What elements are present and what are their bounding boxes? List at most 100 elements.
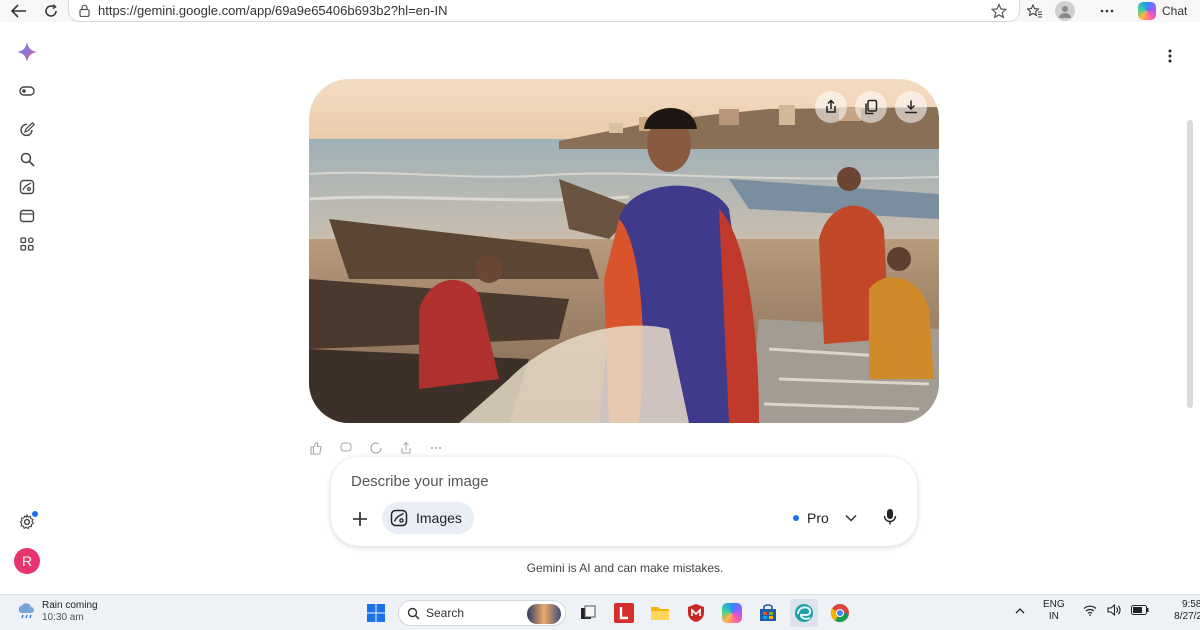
file-explorer-app[interactable] xyxy=(646,599,674,627)
store-bag-icon xyxy=(760,604,776,621)
generated-image[interactable] xyxy=(309,79,939,423)
browser-toolbar: https://gemini.google.com/app/69a9e65406… xyxy=(0,0,1200,22)
more-options-button[interactable] xyxy=(1160,44,1180,68)
gems-apps-icon[interactable] xyxy=(15,232,39,256)
images-tool-chip[interactable]: Images xyxy=(382,502,474,534)
chrome-browser-icon xyxy=(830,604,849,623)
shield-icon xyxy=(688,604,704,622)
task-view-icon xyxy=(581,605,596,619)
site-info-icon[interactable] xyxy=(79,4,90,17)
gemini-app: R Describe your image Images Pro Gemini … xyxy=(0,28,1200,593)
edge-browser-icon xyxy=(795,604,813,622)
chevron-down-icon xyxy=(845,514,857,522)
favorites-icon xyxy=(1027,3,1042,18)
weather-widget[interactable]: Rain coming 10:30 am xyxy=(16,600,98,624)
model-label: Pro xyxy=(807,510,829,526)
battery-icon[interactable] xyxy=(1130,604,1149,618)
address-bar[interactable]: https://gemini.google.com/app/69a9e65406… xyxy=(68,0,1020,22)
copy-image-button[interactable] xyxy=(855,91,887,123)
show-hidden-icons-chevron-icon[interactable] xyxy=(1015,606,1025,617)
copilot-chat-button[interactable]: Chat xyxy=(1130,0,1195,22)
thumbs-down-icon[interactable] xyxy=(338,440,354,456)
favorites-button[interactable] xyxy=(1020,0,1050,22)
taskbar-search[interactable]: Search xyxy=(398,600,566,626)
start-button[interactable] xyxy=(362,599,390,627)
response-actions xyxy=(308,440,444,456)
more-vertical-icon xyxy=(1168,49,1172,63)
copilot-app[interactable] xyxy=(718,599,746,627)
more-response-icon[interactable] xyxy=(428,440,444,456)
browser-toolbar-right: Chat xyxy=(1020,0,1195,22)
microphone-button[interactable] xyxy=(879,506,901,528)
share-image-button[interactable] xyxy=(815,91,847,123)
lang-code: ENG xyxy=(1043,599,1065,610)
folder-icon xyxy=(651,607,669,620)
system-clock[interactable]: 9:58 AM 8/27/2026 xyxy=(1159,599,1200,623)
task-view-button[interactable] xyxy=(574,599,602,627)
copilot-icon xyxy=(1138,2,1156,20)
regenerate-icon[interactable] xyxy=(368,440,384,456)
taskbar-search-icon xyxy=(407,607,420,620)
copy-icon xyxy=(865,99,878,115)
thumbs-up-icon[interactable] xyxy=(308,440,324,456)
profile-button[interactable] xyxy=(1050,0,1080,22)
microphone-icon xyxy=(883,509,897,525)
chat-label: Chat xyxy=(1162,4,1188,18)
plus-icon xyxy=(353,512,367,526)
mcafee-app[interactable] xyxy=(682,599,710,627)
clock-date: 8/27/2026 xyxy=(1174,611,1200,622)
favorite-star-icon[interactable] xyxy=(991,3,1007,19)
ai-disclaimer: Gemini is AI and can make mistakes. xyxy=(526,561,724,575)
gemini-logo-icon[interactable] xyxy=(15,40,39,64)
lang-region: IN xyxy=(1048,611,1059,622)
back-arrow-icon xyxy=(11,4,26,18)
input-language-indicator[interactable]: ENG IN xyxy=(1043,599,1065,623)
more-horizontal-icon xyxy=(1100,9,1114,13)
new-chat-icon[interactable] xyxy=(15,118,39,142)
store-app[interactable] xyxy=(754,599,782,627)
lastpass-app[interactable] xyxy=(610,599,638,627)
copilot-taskbar-icon xyxy=(722,603,742,623)
more-menu-button[interactable] xyxy=(1092,0,1122,22)
system-tray: ENG IN 9:58 AM 8/27/2026 xyxy=(1015,599,1200,623)
prompt-input[interactable] xyxy=(351,473,751,490)
windows-taskbar: Rain coming 10:30 am Search ENG IN 9:58 … xyxy=(0,594,1200,630)
search-icon[interactable] xyxy=(15,147,39,171)
wifi-icon[interactable] xyxy=(1083,604,1097,619)
page-scrollbar[interactable] xyxy=(1187,120,1193,408)
share-icon xyxy=(826,99,836,113)
url-text: https://gemini.google.com/app/69a9e65406… xyxy=(98,3,448,18)
settings-notification-dot xyxy=(32,511,38,517)
model-status-dot xyxy=(793,515,799,521)
image-actions xyxy=(815,91,927,123)
images-gallery-icon[interactable] xyxy=(15,175,39,199)
download-image-button[interactable] xyxy=(895,91,927,123)
reload-icon xyxy=(45,4,57,17)
toggle-sidebar-icon[interactable] xyxy=(15,79,39,103)
taskbar-apps: Search xyxy=(362,599,854,627)
fishing-village-image xyxy=(309,79,939,423)
weather-title: Rain coming xyxy=(42,600,98,611)
rain-cloud-icon xyxy=(18,603,34,619)
volume-icon[interactable] xyxy=(1107,603,1121,619)
back-button[interactable] xyxy=(6,0,32,22)
images-chip-label: Images xyxy=(416,510,462,526)
sidebar: R xyxy=(0,28,56,593)
windows-logo-icon xyxy=(367,604,385,622)
reload-button[interactable] xyxy=(38,0,64,22)
search-highlight-badge xyxy=(527,604,561,624)
l-app-icon xyxy=(614,603,634,623)
weather-time: 10:30 am xyxy=(42,612,84,623)
clock-time: 9:58 AM xyxy=(1181,599,1200,610)
taskbar-search-label: Search xyxy=(426,606,465,620)
share-response-icon[interactable] xyxy=(398,440,414,456)
user-avatar-icon xyxy=(1055,1,1075,21)
edge-app[interactable] xyxy=(790,599,818,627)
model-selector[interactable]: Pro xyxy=(793,505,857,531)
video-icon[interactable] xyxy=(15,204,39,228)
chrome-app[interactable] xyxy=(826,599,854,627)
image-tool-icon xyxy=(390,509,408,527)
prompt-composer: Images Pro xyxy=(331,457,917,546)
add-attachment-button[interactable] xyxy=(349,508,371,530)
download-icon xyxy=(905,100,917,114)
